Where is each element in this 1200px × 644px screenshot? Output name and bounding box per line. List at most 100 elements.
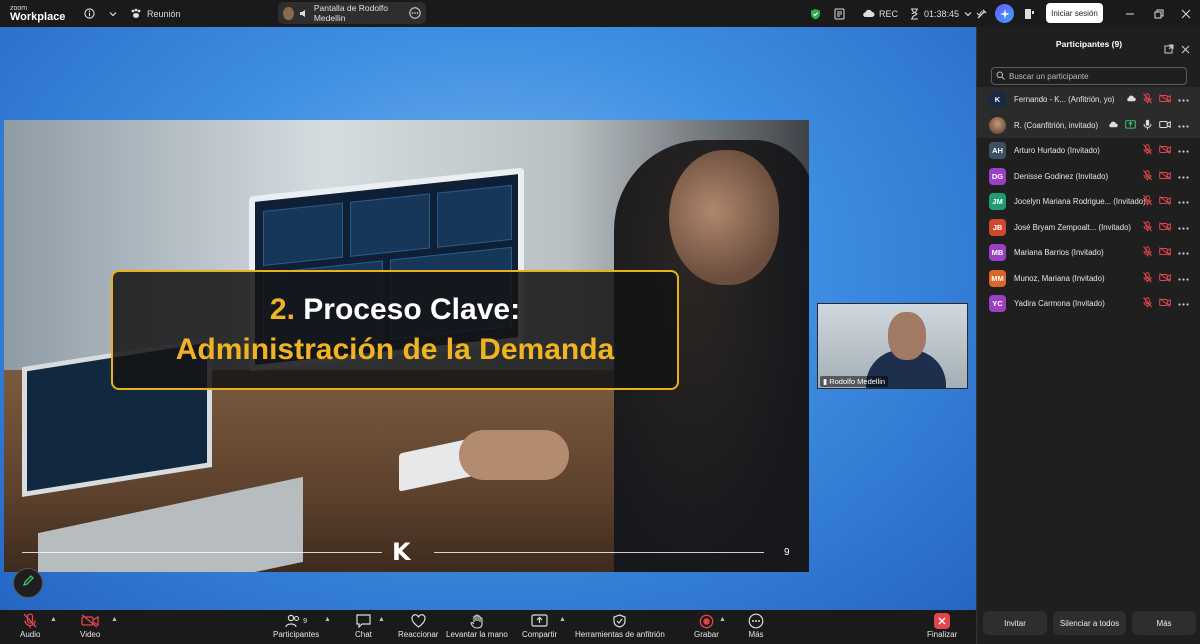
mic-muted-icon[interactable] [1143,144,1152,157]
host-tools-button[interactable]: Herramientas de anfitrión [575,612,665,639]
mute-all-button[interactable]: Silenciar a todos [1053,611,1126,635]
participants-label: Participantes [273,630,320,639]
participant-more-icon[interactable] [1178,223,1189,232]
more-button[interactable]: Más [748,612,764,639]
participant-avatar: YC [989,295,1006,313]
more-label: Más [748,630,764,639]
participant-row[interactable]: JB José Bryam Zempoalt... (Invitado) [977,215,1200,241]
end-button[interactable]: Finalizar [927,612,957,639]
participant-avatar: JM [989,193,1006,211]
slide-title-number: 2. [269,293,295,326]
participant-more-icon[interactable] [1178,172,1189,181]
participant-row[interactable]: DG Denisse Godinez (Invitado) [977,164,1200,190]
camera-off-icon[interactable] [1159,298,1171,309]
notes-icon[interactable] [834,0,847,27]
participant-status-icons [1126,87,1189,113]
invite-button[interactable]: Invitar [983,611,1047,635]
participant-name: Yadira Carmona (Invitado) [1014,299,1105,309]
record-options-caret[interactable]: ▲ [719,616,726,623]
participant-row[interactable]: MB Mariana Barrios (Invitado) [977,240,1200,266]
slide-footer-line-right [434,552,764,553]
mic-muted-icon[interactable] [1143,246,1152,259]
audio-options-caret[interactable]: ▲ [50,616,57,623]
share-options-caret[interactable]: ▲ [559,616,566,623]
annotate-button[interactable] [13,568,43,598]
mic-muted-icon[interactable] [1143,220,1152,234]
chevron-down-icon[interactable] [109,10,117,18]
chat-label: Chat [355,630,372,639]
participants-options-caret[interactable]: ▲ [324,616,331,623]
participant-more-icon[interactable] [1178,299,1189,308]
chevron-down-icon[interactable] [964,10,972,18]
ai-companion-icon[interactable] [995,0,1014,27]
video-button[interactable]: Video [80,612,100,639]
search-placeholder: Buscar un participante [1009,71,1089,81]
popout-icon[interactable] [1164,41,1174,59]
participant-status-icons [1143,138,1189,164]
info-icon[interactable] [84,8,95,19]
participant-status-icons [1143,189,1189,215]
participant-status-icons [1143,240,1189,266]
participant-row[interactable]: MM Munoz, Mariana (Invitado) [977,266,1200,292]
invite-label: Invitar [1004,618,1026,628]
meeting-timer[interactable]: 01:38:45 [910,0,972,27]
record-button[interactable]: Grabar [694,612,719,639]
mic-muted-icon[interactable] [1143,93,1152,106]
zoom-logo: zoom Workplace [10,4,65,23]
react-button[interactable]: Reaccionar [398,612,438,639]
participants-button[interactable]: 9 Participantes [273,612,319,639]
mic-muted-icon[interactable] [1143,169,1152,183]
panel-close-icon[interactable] [1181,41,1190,59]
participant-more-icon[interactable] [1178,248,1189,257]
raise-hand-button[interactable]: Levantar la mano [446,612,508,639]
heart-icon [411,612,426,630]
participant-search-input[interactable]: Buscar un participante [991,67,1187,85]
speaker-video-tile[interactable]: ▮ Rodolfo Medellin [817,303,968,389]
participant-more-icon[interactable] [1178,146,1189,155]
participant-row[interactable]: R. (Coanfitrión, invitado) [977,112,1200,138]
video-options-caret[interactable]: ▲ [111,616,118,623]
top-bar: zoom Workplace Reunión Pantalla de Rodol… [0,0,1200,27]
shield-icon[interactable] [810,0,821,27]
chat-options-caret[interactable]: ▲ [378,616,385,623]
participant-row[interactable]: YC Yadira Carmona (Invitado) [977,291,1200,317]
signin-button[interactable]: Iniciar sesión [1046,3,1103,23]
participant-more-icon[interactable] [1178,197,1189,206]
mic-muted-icon[interactable] [1143,297,1152,310]
share-button[interactable]: Compartir [522,612,557,639]
end-label: Finalizar [927,630,958,639]
chat-button[interactable]: Chat [355,612,372,639]
participant-more-icon[interactable] [1178,274,1189,283]
screen-share-indicator[interactable]: Pantalla de Rodolfo Medellin [278,2,426,24]
camera-off-icon[interactable] [1159,145,1171,156]
participant-row[interactable]: JM Jocelyn Mariana Rodrigue... (Invitado) [977,189,1200,215]
rec-label: REC [879,8,899,19]
close-icon[interactable] [1181,0,1191,27]
camera-off-icon[interactable] [1159,170,1171,182]
camera-on-icon[interactable] [1159,120,1171,131]
hourglass-icon [910,8,919,20]
edit-check-icon[interactable] [976,0,988,27]
mic-muted-icon[interactable] [1143,195,1152,208]
audio-button[interactable]: Audio [20,612,40,639]
apps-icon[interactable] [1024,0,1035,27]
camera-off-icon[interactable] [1159,221,1171,233]
participant-avatar: DG [989,167,1006,185]
camera-off-icon[interactable] [1159,196,1171,207]
more-circle-icon[interactable] [409,7,421,19]
participant-more-icon[interactable] [1178,121,1189,130]
camera-off-icon[interactable] [1159,94,1171,105]
recording-indicator[interactable]: REC [862,0,898,27]
participant-avatar: MM [989,269,1006,287]
camera-off-icon[interactable] [1159,272,1171,284]
participant-more-icon[interactable] [1178,95,1189,104]
restore-icon[interactable] [1154,0,1164,27]
participant-row[interactable]: AH Arturo Hurtado (Invitado) [977,138,1200,164]
mic-muted-icon[interactable] [1143,271,1152,285]
minimize-icon[interactable] [1125,0,1135,27]
meeting-type[interactable]: Reunión [130,0,181,27]
panel-more-button[interactable]: Más [1132,611,1196,635]
camera-off-icon[interactable] [1159,247,1171,258]
participant-row[interactable]: K Fernando - K... (Anfitrión, yo) [977,87,1200,113]
mic-on-icon[interactable] [1143,119,1152,132]
